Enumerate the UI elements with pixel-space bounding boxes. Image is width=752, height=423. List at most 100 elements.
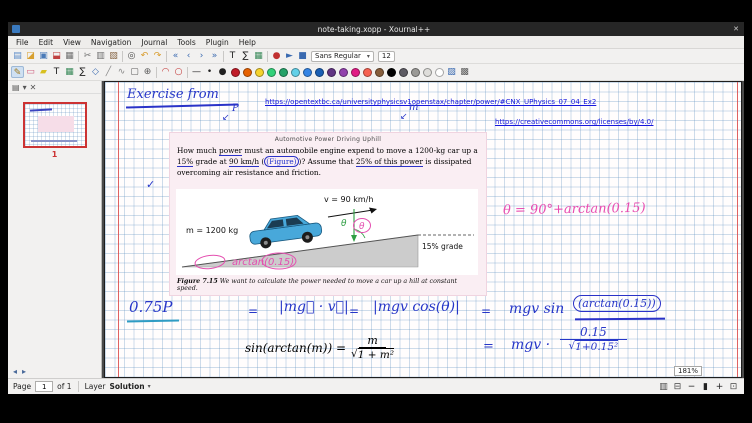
page-number-input[interactable] bbox=[35, 381, 53, 392]
previous-page-icon[interactable]: ‹ bbox=[182, 50, 195, 62]
notebook-page[interactable]: Exercise from https://opentextbc.ca/univ… bbox=[104, 81, 742, 378]
zoom-fit-icon[interactable]: ⊡ bbox=[728, 382, 739, 392]
link-opentextbc[interactable]: https://opentextbc.ca/universityphysicsv… bbox=[265, 98, 596, 106]
toolbar2-end-icons: ▨▩ bbox=[445, 66, 471, 78]
separator bbox=[156, 67, 157, 78]
color-swatch-1[interactable] bbox=[243, 68, 252, 77]
sidebar-next-icon[interactable]: ▸ bbox=[22, 367, 26, 376]
undo-icon[interactable]: ↶ bbox=[138, 50, 151, 62]
color-swatch-15[interactable] bbox=[411, 68, 420, 77]
paste-icon[interactable]: ▧ bbox=[107, 50, 120, 62]
color-swatch-5[interactable] bbox=[291, 68, 300, 77]
color-swatch-13[interactable] bbox=[387, 68, 396, 77]
color-swatch-2[interactable] bbox=[255, 68, 264, 77]
text-tool-icon[interactable]: T bbox=[226, 50, 239, 62]
exercise-text: grade at bbox=[193, 157, 229, 166]
menu-navigation[interactable]: Navigation bbox=[86, 38, 136, 47]
menu-tools[interactable]: Tools bbox=[172, 38, 200, 47]
grid-view-icon[interactable]: ▥ bbox=[658, 382, 669, 392]
ruler-tool-icon[interactable]: ╱ bbox=[102, 66, 115, 78]
color-swatch-6[interactable] bbox=[303, 68, 312, 77]
color-swatch-12[interactable] bbox=[375, 68, 384, 77]
arctan-underline bbox=[575, 318, 665, 320]
sidebar-prev-icon[interactable]: ◂ bbox=[13, 367, 17, 376]
handwritten-fraction: 0.15 √1+0.15² bbox=[560, 325, 627, 353]
dual-page-icon[interactable]: ⊟ bbox=[672, 382, 683, 392]
separator bbox=[267, 51, 268, 62]
heading-underline bbox=[126, 104, 238, 109]
zoom-out-icon[interactable]: − bbox=[686, 382, 697, 392]
menu-plugin[interactable]: Plugin bbox=[201, 38, 234, 47]
draw-arc-icon[interactable]: ◠ bbox=[159, 66, 172, 78]
color-swatch-9[interactable] bbox=[339, 68, 348, 77]
menu-edit[interactable]: Edit bbox=[34, 38, 59, 47]
color-swatch-7[interactable] bbox=[315, 68, 324, 77]
next-page-icon[interactable]: › bbox=[195, 50, 208, 62]
color-swatch-17[interactable] bbox=[435, 68, 444, 77]
color-picker-icon[interactable]: ▨ bbox=[445, 66, 458, 78]
text-annotation-icon[interactable]: T bbox=[50, 66, 63, 78]
menubar: FileEditViewNavigationJournalToolsPlugin… bbox=[8, 36, 744, 49]
toolbar2-icons: ✎▭▰T▦∑◇╱∿▢⊕ ◠○ —•● bbox=[11, 66, 229, 78]
velocity-label: v = 90 km/h bbox=[324, 195, 373, 204]
close-sidebar-icon[interactable]: ✕ bbox=[30, 83, 37, 92]
color-swatch-8[interactable] bbox=[327, 68, 336, 77]
zoom-in-icon[interactable]: + bbox=[714, 382, 725, 392]
layer-selector[interactable]: Solution ▾ bbox=[109, 382, 150, 391]
shape-tool-icon[interactable]: ◇ bbox=[89, 66, 102, 78]
menu-journal[interactable]: Journal bbox=[136, 38, 172, 47]
layer-value: Solution bbox=[109, 382, 144, 391]
menu-file[interactable]: File bbox=[11, 38, 34, 47]
zoom-slider-icon[interactable]: ▮ bbox=[700, 382, 711, 392]
color-swatch-3[interactable] bbox=[267, 68, 276, 77]
print-icon[interactable]: ▦ bbox=[63, 50, 76, 62]
thickness-thick-icon[interactable]: ● bbox=[216, 66, 229, 78]
audio-play-icon[interactable]: ► bbox=[283, 50, 296, 62]
menu-view[interactable]: View bbox=[58, 38, 86, 47]
color-swatch-10[interactable] bbox=[351, 68, 360, 77]
latex-tool-icon[interactable]: ∑ bbox=[239, 50, 252, 62]
insert-image-icon[interactable]: ▦ bbox=[252, 50, 265, 62]
collapse-sidebar-icon[interactable]: ▾ bbox=[23, 83, 27, 92]
thickness-fine-icon[interactable]: • bbox=[203, 66, 216, 78]
open-file-icon[interactable]: ◪ bbox=[24, 50, 37, 62]
font-name-combo[interactable]: Sans Regular ▾ bbox=[311, 51, 374, 62]
first-page-icon[interactable]: « bbox=[169, 50, 182, 62]
fill-tool-icon[interactable]: ▩ bbox=[458, 66, 471, 78]
preview-layer-icon[interactable]: ▤ bbox=[12, 83, 20, 92]
color-swatch-11[interactable] bbox=[363, 68, 372, 77]
color-swatch-4[interactable] bbox=[279, 68, 288, 77]
draw-circle-icon[interactable]: ○ bbox=[172, 66, 185, 78]
eraser-tool-icon[interactable]: ▭ bbox=[24, 66, 37, 78]
pen-tool-icon[interactable]: ✎ bbox=[11, 66, 24, 78]
redo-icon[interactable]: ↷ bbox=[151, 50, 164, 62]
audio-record-icon[interactable]: ● bbox=[270, 50, 283, 62]
new-document-icon[interactable]: ▤ bbox=[11, 50, 24, 62]
copy-icon[interactable]: ▥ bbox=[94, 50, 107, 62]
math-lhs-underline bbox=[127, 320, 179, 323]
color-swatch-14[interactable] bbox=[399, 68, 408, 77]
close-window-button[interactable]: ✕ bbox=[728, 25, 744, 33]
search-icon[interactable]: ◎ bbox=[125, 50, 138, 62]
menu-help[interactable]: Help bbox=[234, 38, 261, 47]
tex-tool-icon[interactable]: ∑ bbox=[76, 66, 89, 78]
vertical-space-icon[interactable]: ⊕ bbox=[141, 66, 154, 78]
export-pdf-icon[interactable]: ⬓ bbox=[50, 50, 63, 62]
color-swatch-0[interactable] bbox=[231, 68, 240, 77]
math-term-arctan-circled: (arctan(0.15)) bbox=[573, 295, 661, 312]
audio-stop-icon[interactable]: ■ bbox=[296, 50, 309, 62]
page-thumbnail-1[interactable] bbox=[23, 102, 87, 148]
image-tool-icon[interactable]: ▦ bbox=[63, 66, 76, 78]
font-size-spinner[interactable]: 12 bbox=[378, 51, 395, 62]
select-region-icon[interactable]: ▢ bbox=[128, 66, 141, 78]
shape-recognizer-icon[interactable]: ∿ bbox=[115, 66, 128, 78]
line-style-icon[interactable]: — bbox=[190, 66, 203, 78]
highlighter-tool-icon[interactable]: ▰ bbox=[37, 66, 50, 78]
save-icon[interactable]: ▣ bbox=[37, 50, 50, 62]
math-term-cos: |mgv cos(θ)| bbox=[373, 299, 460, 315]
link-creativecommons[interactable]: https://creativecommons.org/licenses/by/… bbox=[495, 118, 653, 126]
figure-link[interactable]: (Figure) bbox=[264, 156, 298, 167]
last-page-icon[interactable]: » bbox=[208, 50, 221, 62]
color-swatch-16[interactable] bbox=[423, 68, 432, 77]
cut-icon[interactable]: ✂ bbox=[81, 50, 94, 62]
